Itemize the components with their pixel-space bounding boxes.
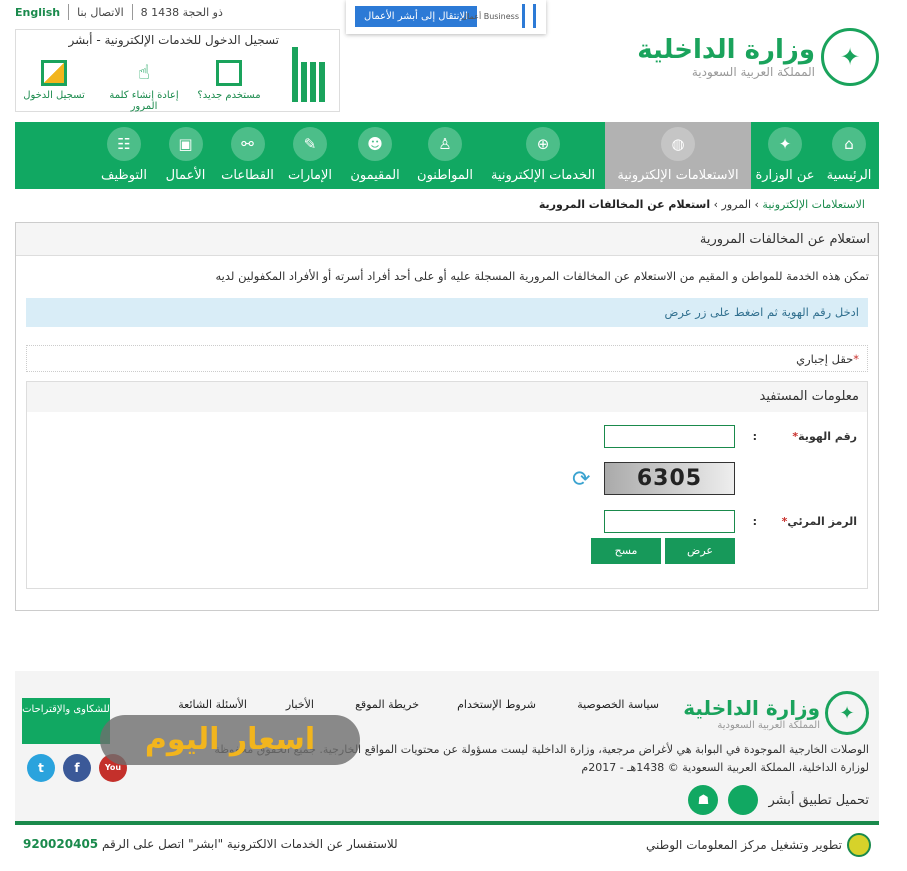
nav-item-about[interactable]: ✦ عن الوزارة xyxy=(751,122,819,189)
nav-item-e-inquiries[interactable]: ◍ الاستعلامات الإلكترونية xyxy=(605,122,751,189)
beneficiary-section: معلومات المستفيد رقم الهوية* : 6305 ⟳ ال… xyxy=(26,381,868,589)
new-user-label: مستخدم جديد؟ xyxy=(197,90,261,101)
login-link[interactable]: تسجيل الدخول xyxy=(9,60,99,101)
footer-ministry-logo: ✦ وزارة الداخلية المملكة العربية السعودية xyxy=(683,691,869,735)
breadcrumb: الاستعلامات الإلكترونية › المرور › استعل… xyxy=(538,198,865,211)
absher-business-box: الإنتقال إلى أبشر الأعمال أعمال Business xyxy=(346,0,546,34)
ministry-name: وزارة الداخلية xyxy=(637,35,815,65)
id-label: رقم الهوية* xyxy=(792,430,857,443)
residents-icon: ☻ xyxy=(358,127,392,161)
facebook-icon[interactable]: f xyxy=(63,754,91,782)
footer-link-terms[interactable]: شروط الإستخدام xyxy=(457,698,536,711)
inquiry-panel: استعلام عن المخالفات المرورية تمكن هذه ا… xyxy=(15,222,879,611)
nav-item-residents[interactable]: ☻ المقيمون xyxy=(341,122,409,189)
required-note: *حقل إجباري xyxy=(26,345,868,372)
complaints-button[interactable]: للشكاوى والإقتراحات xyxy=(22,698,110,744)
captcha-code-input[interactable] xyxy=(604,510,735,533)
refresh-captcha-icon[interactable]: ⟳ xyxy=(572,467,590,492)
footer-divider xyxy=(15,821,879,825)
nav-item-business[interactable]: ▣ الأعمال xyxy=(155,122,216,189)
saudi-emblem-icon: ✦ xyxy=(821,28,879,86)
reset-password-link[interactable]: ☝ إعادة إنشاء كلمة المرور xyxy=(99,60,189,112)
apple-icon[interactable] xyxy=(728,785,759,815)
footer-link-privacy[interactable]: سياسة الخصوصية xyxy=(577,698,659,711)
clear-button[interactable]: مسح xyxy=(591,538,661,564)
app-download-label: تحميل تطبيق أبشر xyxy=(768,792,869,808)
nic-logo-icon xyxy=(847,833,871,857)
nav-item-home[interactable]: ⌂ الرئيسية xyxy=(819,122,879,189)
android-icon[interactable]: ☗ xyxy=(688,785,719,815)
touch-icon: ☝ xyxy=(137,60,151,84)
divider xyxy=(131,4,133,20)
breadcrumb-current: استعلام عن المخالفات المرورية xyxy=(538,198,711,211)
submit-button[interactable]: عرض xyxy=(665,538,735,564)
developer-credit: تطوير وتشغيل مركز المعلومات الوطني xyxy=(646,833,871,857)
absher-login-title: تسجيل الدخول للخدمات الإلكترونية - أبشر xyxy=(68,33,279,47)
login-icon xyxy=(41,60,67,86)
footer-link-news[interactable]: الأخبار xyxy=(286,698,314,711)
section-title: معلومات المستفيد xyxy=(27,382,867,412)
hijri-date: 8 ذو الحجة 1438 xyxy=(140,5,223,19)
id-number-input[interactable] xyxy=(604,425,735,448)
phone-number[interactable]: 920020405 xyxy=(23,837,98,851)
new-user-link[interactable]: مستخدم جديد؟ xyxy=(184,60,274,101)
nav-item-sectors[interactable]: ⚯ القطاعات xyxy=(216,122,279,189)
divider xyxy=(68,4,70,20)
citizen-icon: ♙ xyxy=(428,127,462,161)
emblem-icon: ✦ xyxy=(768,127,802,161)
footer-link-faq[interactable]: الأسئلة الشائعة xyxy=(178,698,247,711)
nav-item-employment[interactable]: ☷ التوظيف xyxy=(93,122,155,189)
inquiry-phone: للاستفسار عن الخدمات الالكترونية "ابشر" … xyxy=(23,837,398,851)
info-message: ادخل رقم الهوية ثم اضغط على زر عرض xyxy=(26,298,868,327)
absher-login-box: تسجيل الدخول للخدمات الإلكترونية - أبشر … xyxy=(15,29,340,112)
absher-logo xyxy=(285,44,325,102)
briefcase-icon: ▣ xyxy=(168,127,203,161)
captcha-image: 6305 xyxy=(604,462,735,495)
top-bar: English الاتصال بنا 8 ذو الحجة 1438 xyxy=(15,4,223,20)
saudi-emblem-icon: ✦ xyxy=(825,691,869,735)
employment-icon: ☷ xyxy=(107,127,141,161)
globe-icon: ⊕ xyxy=(526,127,560,161)
login-label: تسجيل الدخول xyxy=(23,90,85,101)
panel-title: استعلام عن المخالفات المرورية xyxy=(16,223,878,256)
english-link[interactable]: English xyxy=(15,6,60,19)
footer-link-sitemap[interactable]: خريطة الموقع xyxy=(355,698,419,711)
breadcrumb-e-inquiries[interactable]: الاستعلامات الإلكترونية xyxy=(762,198,865,211)
absher-business-button[interactable]: الإنتقال إلى أبشر الأعمال xyxy=(355,6,477,27)
main-nav: ⌂ الرئيسية ✦ عن الوزارة ◍ الاستعلامات الإلك… xyxy=(15,122,879,189)
breadcrumb-traffic[interactable]: المرور xyxy=(722,198,751,211)
colon: : xyxy=(752,430,757,443)
app-download: تحميل تطبيق أبشر ☗ xyxy=(688,785,869,815)
country-name: المملكة العربية السعودية xyxy=(691,65,815,79)
service-description: تمكن هذه الخدمة للمواطن و المقيم من الاس… xyxy=(215,269,869,283)
watermark-logo: اسعار اليوم xyxy=(100,715,360,765)
home-icon: ⌂ xyxy=(832,127,866,161)
ministry-logo[interactable]: ✦ وزارة الداخلية المملكة العربية السعودية xyxy=(637,28,879,86)
nav-item-e-services[interactable]: ⊕ الخدمات الإلكترونية xyxy=(481,122,605,189)
edit-icon xyxy=(216,60,242,86)
reset-password-label: إعادة إنشاء كلمة المرور xyxy=(109,90,179,112)
sectors-icon: ⚯ xyxy=(230,127,265,161)
twitter-icon[interactable]: t xyxy=(27,754,55,782)
captcha-code-label: الرمز المرئي* xyxy=(781,515,857,528)
nav-item-emirates[interactable]: ✎ الإمارات xyxy=(279,122,341,189)
globe-query-icon: ◍ xyxy=(661,127,695,161)
absher-business-logo: أعمال Business xyxy=(461,4,536,28)
contact-link[interactable]: الاتصال بنا xyxy=(77,6,124,19)
nav-item-citizens[interactable]: ♙ المواطنون xyxy=(409,122,481,189)
emirates-icon: ✎ xyxy=(293,127,327,161)
colon: : xyxy=(752,515,757,528)
